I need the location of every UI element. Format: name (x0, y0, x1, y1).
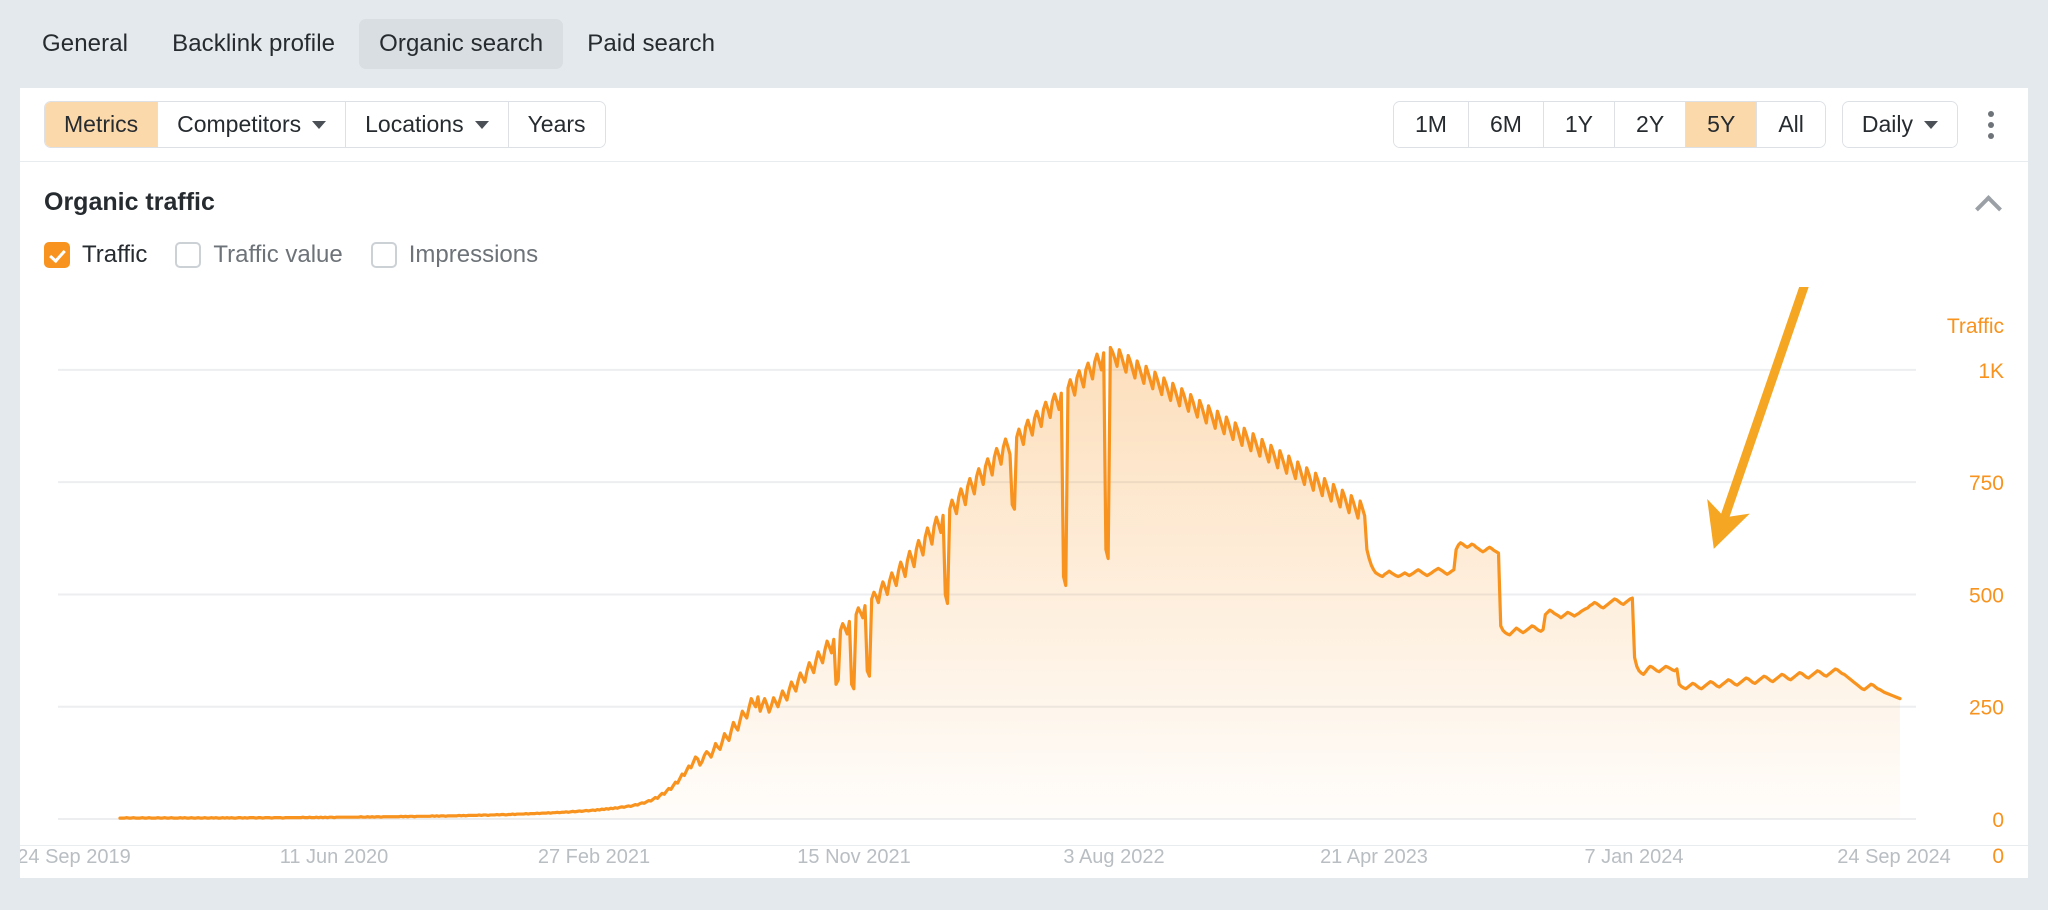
y-axis-zero-label: 0 (1992, 845, 2004, 868)
years-button[interactable]: Years (508, 102, 605, 147)
y-axis-title: Traffic (1947, 315, 2004, 338)
metric-legend: Traffic Traffic value Impressions (20, 217, 2028, 269)
x-axis-tick-label: 24 Sep 2024 (1837, 846, 1950, 868)
range-1y-button[interactable]: 1Y (1543, 102, 1616, 147)
legend-item-impressions[interactable]: Impressions (370, 241, 539, 269)
organic-search-card: Metrics Competitors Locations Years 1M 6… (20, 88, 2028, 878)
chevron-down-icon (312, 120, 327, 129)
toolbar-right-cluster: 1M 6M 1Y 2Y 5Y All Daily (1392, 101, 2006, 148)
chevron-down-icon (474, 120, 489, 129)
kebab-dot-icon (1988, 121, 1994, 128)
legend-label-impressions: Impressions (408, 241, 539, 268)
traffic-value-checkbox[interactable] (175, 242, 202, 268)
chevron-up-icon[interactable] (1976, 195, 2002, 210)
chart-toolbar: Metrics Competitors Locations Years 1M 6… (20, 88, 2028, 162)
tab-organic-search[interactable]: Organic search (359, 19, 564, 69)
tab-backlink-profile[interactable]: Backlink profile (152, 19, 355, 69)
panel-header: Organic traffic (20, 162, 2028, 217)
range-5y-button[interactable]: 5Y (1686, 102, 1758, 147)
impressions-checkbox[interactable] (370, 242, 397, 268)
date-range-button-group: 1M 6M 1Y 2Y 5Y All (1392, 101, 1826, 148)
locations-button[interactable]: Locations (346, 102, 509, 147)
traffic-area-fill (120, 347, 1900, 819)
x-axis-tick-label: 24 Sep 2019 (20, 846, 131, 868)
competitors-button[interactable]: Competitors (158, 102, 347, 147)
organic-traffic-chart[interactable]: 0 250 500 750 1K Traffic 24 Sep 2019 11 Jun 20… (20, 287, 2028, 878)
years-button-label: Years (527, 111, 586, 137)
y-axis-labels: 0 250 500 750 1K Traffic (1947, 315, 2004, 832)
granularity-label: Daily (1861, 111, 1913, 137)
competitors-button-label: Competitors (177, 111, 302, 137)
range-all-button[interactable]: All (1757, 102, 1825, 147)
legend-label-traffic: Traffic (82, 241, 148, 268)
traffic-area-chart-svg[interactable]: 0 250 500 750 1K Traffic 24 Sep 2019 11 Jun 20… (20, 287, 2028, 878)
x-axis-tick-label: 27 Feb 2021 (538, 846, 650, 868)
filter-button-group: Metrics Competitors Locations Years (44, 101, 606, 148)
x-axis-tick-label: 3 Aug 2022 (1063, 846, 1164, 868)
tab-paid-search[interactable]: Paid search (567, 19, 735, 69)
y-axis-tick-label: 250 (1969, 697, 2004, 720)
annotation-arrow (1707, 287, 1809, 549)
y-axis-tick-label: 1K (1978, 360, 2004, 383)
legend-item-traffic[interactable]: Traffic (44, 241, 147, 269)
chevron-down-icon (1924, 120, 1938, 129)
metrics-button-label: Metrics (64, 111, 139, 137)
range-6m-button[interactable]: 6M (1468, 102, 1544, 147)
range-1m-button[interactable]: 1M (1393, 102, 1469, 147)
x-axis-tick-label: 7 Jan 2024 (1585, 846, 1684, 868)
x-axis-labels: 24 Sep 2019 11 Jun 2020 27 Feb 2021 15 Nov … (20, 845, 2004, 868)
x-axis-tick-label: 11 Jun 2020 (280, 846, 389, 868)
granularity-button-group: Daily (1841, 101, 1958, 148)
locations-button-label: Locations (365, 111, 464, 137)
range-2y-button[interactable]: 2Y (1615, 102, 1687, 147)
kebab-dot-icon (1988, 132, 1994, 139)
granularity-daily-button[interactable]: Daily (1842, 102, 1957, 147)
y-axis-tick-label: 500 (1969, 584, 2004, 607)
panel-title: Organic traffic (44, 188, 215, 216)
tab-general[interactable]: General (22, 19, 148, 69)
x-axis-tick-label: 15 Nov 2021 (797, 846, 910, 868)
primary-tab-bar: General Backlink profile Organic search … (0, 0, 2048, 88)
kebab-dot-icon (1988, 110, 1994, 117)
traffic-checkbox[interactable] (44, 242, 70, 268)
y-axis-tick-label: 750 (1969, 472, 2004, 495)
legend-label-traffic-value: Traffic value (213, 241, 343, 268)
metrics-button[interactable]: Metrics (45, 102, 159, 147)
more-options-button[interactable] (1976, 102, 2006, 147)
y-axis-tick-label: 0 (1992, 809, 2004, 832)
card-bottom-divider (20, 845, 2028, 846)
annotation-arrow-line (1707, 287, 1809, 549)
legend-item-traffic-value[interactable]: Traffic value (175, 241, 343, 269)
x-axis-tick-label: 21 Apr 2023 (1320, 846, 1428, 868)
